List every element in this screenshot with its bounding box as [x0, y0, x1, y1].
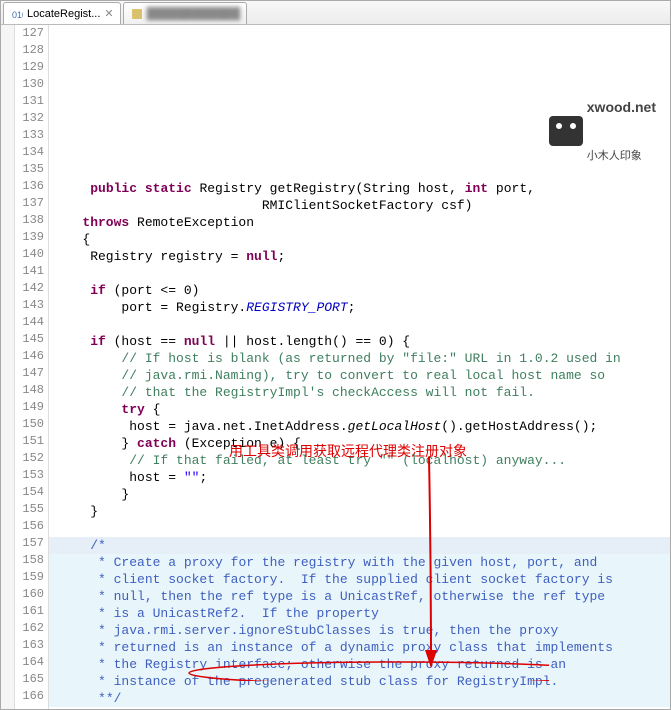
- robot-icon: [549, 116, 583, 146]
- code-line[interactable]: } catch (Exception e) {: [49, 435, 670, 452]
- line-number: 163: [15, 637, 44, 654]
- code-line[interactable]: * returned is an instance of a dynamic p…: [49, 639, 670, 656]
- marker-strip: [1, 25, 15, 709]
- line-number: 137: [15, 195, 44, 212]
- line-number: 150: [15, 416, 44, 433]
- close-icon[interactable]: ✕: [104, 7, 113, 20]
- line-number: 136: [15, 178, 44, 195]
- code-line[interactable]: * null, then the ref type is a UnicastRe…: [49, 588, 670, 605]
- line-number: 158: [15, 552, 44, 569]
- code-line[interactable]: * is a UnicastRef2. If the property: [49, 605, 670, 622]
- line-number: 152: [15, 450, 44, 467]
- line-number: 141: [15, 263, 44, 280]
- line-number: 140: [15, 246, 44, 263]
- line-number: 160: [15, 586, 44, 603]
- line-number: 130: [15, 76, 44, 93]
- code-line[interactable]: * Create a proxy for the registry with t…: [49, 554, 670, 571]
- code-line[interactable]: /*: [49, 537, 670, 554]
- code-line[interactable]: * instance of the pregenerated stub clas…: [49, 673, 670, 690]
- code-line[interactable]: [49, 316, 670, 333]
- line-number: 165: [15, 671, 44, 688]
- line-number: 142: [15, 280, 44, 297]
- code-line[interactable]: }: [49, 486, 670, 503]
- code-area[interactable]: xwood.net 小木人印象 用工具类调用获取远程代理类注册对象 public…: [49, 25, 670, 709]
- code-line[interactable]: throws RemoteException: [49, 214, 670, 231]
- code-line[interactable]: LiveRef liveRef =: [49, 707, 670, 709]
- tab-active-file[interactable]: 010 LocateRegist... ✕: [3, 2, 121, 24]
- line-number: 133: [15, 127, 44, 144]
- watermark: xwood.net 小木人印象: [549, 65, 656, 196]
- line-number: 139: [15, 229, 44, 246]
- line-number: 161: [15, 603, 44, 620]
- line-number: 146: [15, 348, 44, 365]
- code-line[interactable]: if (port <= 0): [49, 282, 670, 299]
- line-number: 138: [15, 212, 44, 229]
- java-file-icon: [130, 7, 144, 21]
- code-line[interactable]: // java.rmi.Naming), try to convert to r…: [49, 367, 670, 384]
- line-number: 131: [15, 93, 44, 110]
- code-line[interactable]: host = java.net.InetAddress.getLocalHost…: [49, 418, 670, 435]
- line-number: 155: [15, 501, 44, 518]
- code-line[interactable]: * client socket factory. If the supplied…: [49, 571, 670, 588]
- line-number: 166: [15, 688, 44, 705]
- tab-label: LocateRegist...: [27, 8, 100, 20]
- line-number: 128: [15, 42, 44, 59]
- line-number: 156: [15, 518, 44, 535]
- line-number: 153: [15, 467, 44, 484]
- code-line[interactable]: Registry registry = null;: [49, 248, 670, 265]
- code-line[interactable]: // that the RegistryImpl's checkAccess w…: [49, 384, 670, 401]
- code-editor[interactable]: 1271281291301311321331341351361371381391…: [1, 25, 670, 709]
- line-number: 127: [15, 25, 44, 42]
- line-number: 143: [15, 297, 44, 314]
- line-number: 129: [15, 59, 44, 76]
- line-number: 147: [15, 365, 44, 382]
- svg-text:010: 010: [12, 10, 23, 20]
- watermark-subtitle: 小木人印象: [587, 150, 656, 162]
- line-number: 157: [15, 535, 44, 552]
- line-number: 145: [15, 331, 44, 348]
- code-line[interactable]: [49, 520, 670, 537]
- code-line[interactable]: [49, 265, 670, 282]
- watermark-domain: xwood.net: [587, 99, 656, 116]
- code-line[interactable]: try {: [49, 401, 670, 418]
- line-number: 159: [15, 569, 44, 586]
- line-number: 149: [15, 399, 44, 416]
- line-number: 132: [15, 110, 44, 127]
- line-number: 144: [15, 314, 44, 331]
- tab-label-blurred: ████████████: [147, 8, 241, 20]
- line-number: 135: [15, 161, 44, 178]
- code-line[interactable]: port = Registry.REGISTRY_PORT;: [49, 299, 670, 316]
- code-line[interactable]: RMIClientSocketFactory csf): [49, 197, 670, 214]
- code-line[interactable]: }: [49, 503, 670, 520]
- code-line[interactable]: **/: [49, 690, 670, 707]
- code-line[interactable]: if (host == null || host.length() == 0) …: [49, 333, 670, 350]
- line-number: 164: [15, 654, 44, 671]
- line-number: 151: [15, 433, 44, 450]
- tab-inactive-file[interactable]: ████████████: [123, 2, 248, 24]
- java-file-icon: 010: [10, 7, 24, 21]
- line-number: 154: [15, 484, 44, 501]
- editor-tab-bar: 010 LocateRegist... ✕ ████████████: [1, 1, 670, 25]
- line-number: 162: [15, 620, 44, 637]
- line-number-gutter: 1271281291301311321331341351361371381391…: [15, 25, 49, 709]
- code-line[interactable]: * java.rmi.server.ignoreStubClasses is t…: [49, 622, 670, 639]
- code-line[interactable]: {: [49, 231, 670, 248]
- code-line[interactable]: // If host is blank (as returned by "fil…: [49, 350, 670, 367]
- code-line[interactable]: host = "";: [49, 469, 670, 486]
- code-line[interactable]: // If that failed, at least try "" (loca…: [49, 452, 670, 469]
- code-line[interactable]: * the Registry interface; otherwise the …: [49, 656, 670, 673]
- line-number: 134: [15, 144, 44, 161]
- line-number: 148: [15, 382, 44, 399]
